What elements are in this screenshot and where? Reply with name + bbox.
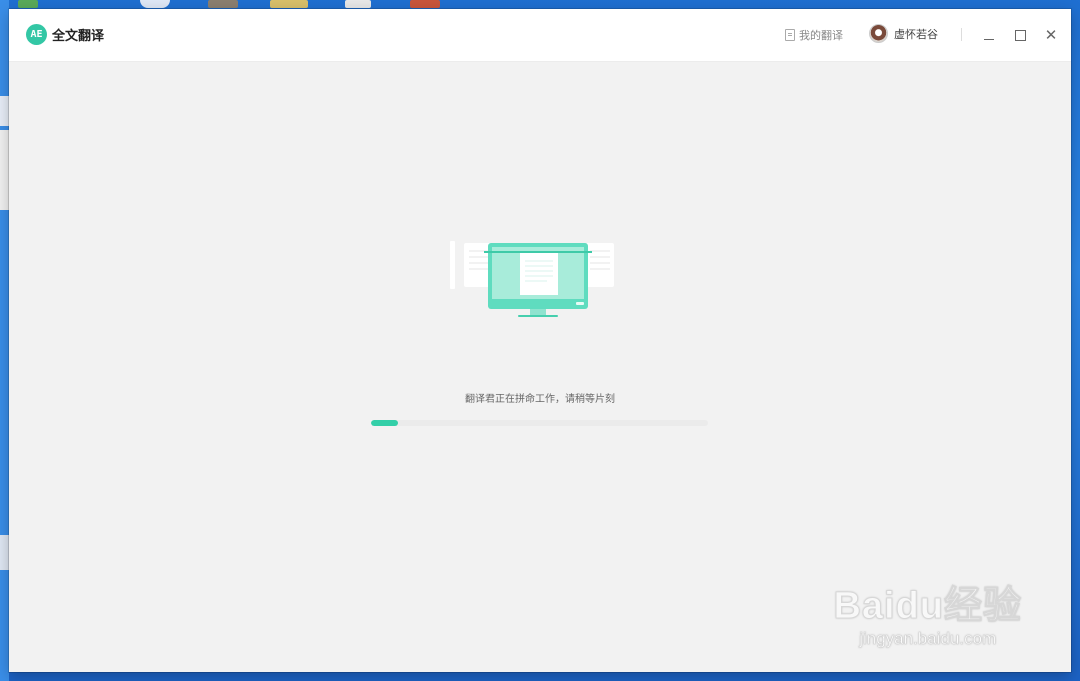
- my-translations-link[interactable]: 我的翻译: [785, 27, 843, 43]
- status-text: 翻译君正在拼命工作，请稍等片刻: [465, 394, 615, 405]
- monitor-base: [518, 315, 558, 317]
- desktop-icon[interactable]: [140, 0, 170, 8]
- minimize-icon: [984, 38, 994, 40]
- divider: [961, 28, 962, 41]
- user-name: 虚怀若谷: [894, 27, 938, 41]
- desktop-fragment: [0, 130, 9, 210]
- app-title: 全文翻译: [52, 29, 105, 44]
- watermark-url: jingyan.baidu.com: [859, 629, 997, 649]
- side-page-right: [586, 243, 614, 287]
- translation-window: AE 全文翻译 我的翻译 虚怀若谷 ✕ 翻译君正在拼命工作，请稍等片刻: [9, 9, 1071, 672]
- document-icon: [785, 29, 795, 41]
- side-page-left-edge: [450, 241, 455, 289]
- desktop-icon[interactable]: [208, 0, 238, 8]
- my-translations-label: 我的翻译: [799, 29, 843, 42]
- computer-illustration: [450, 241, 614, 317]
- desktop-fragment: [0, 535, 9, 570]
- minimize-button[interactable]: [979, 25, 999, 45]
- maximize-icon: [1014, 29, 1026, 41]
- scan-line: [484, 251, 592, 253]
- progress-fill: [371, 420, 398, 426]
- title-bar[interactable]: AE 全文翻译 我的翻译 虚怀若谷 ✕: [9, 9, 1071, 62]
- close-icon: ✕: [1044, 25, 1058, 44]
- desktop-icon[interactable]: [270, 0, 308, 8]
- desktop-icon[interactable]: [18, 0, 38, 8]
- desktop-fragment: [0, 96, 9, 126]
- watermark: Baidu经验 jingyan.baidu.com: [833, 574, 1022, 649]
- app-logo-icon: AE: [26, 24, 47, 45]
- monitor-neck: [530, 309, 546, 315]
- screen-document: [520, 253, 558, 295]
- avatar: [869, 24, 888, 43]
- desktop-icon[interactable]: [345, 0, 371, 8]
- user-menu[interactable]: 虚怀若谷: [869, 24, 938, 43]
- desktop-icon[interactable]: [410, 0, 440, 8]
- monitor-indicator: [576, 302, 584, 305]
- close-button[interactable]: ✕: [1041, 25, 1061, 45]
- progress-bar: [371, 420, 708, 426]
- maximize-button[interactable]: [1010, 25, 1030, 45]
- watermark-brand: Baidu经验: [833, 585, 1022, 628]
